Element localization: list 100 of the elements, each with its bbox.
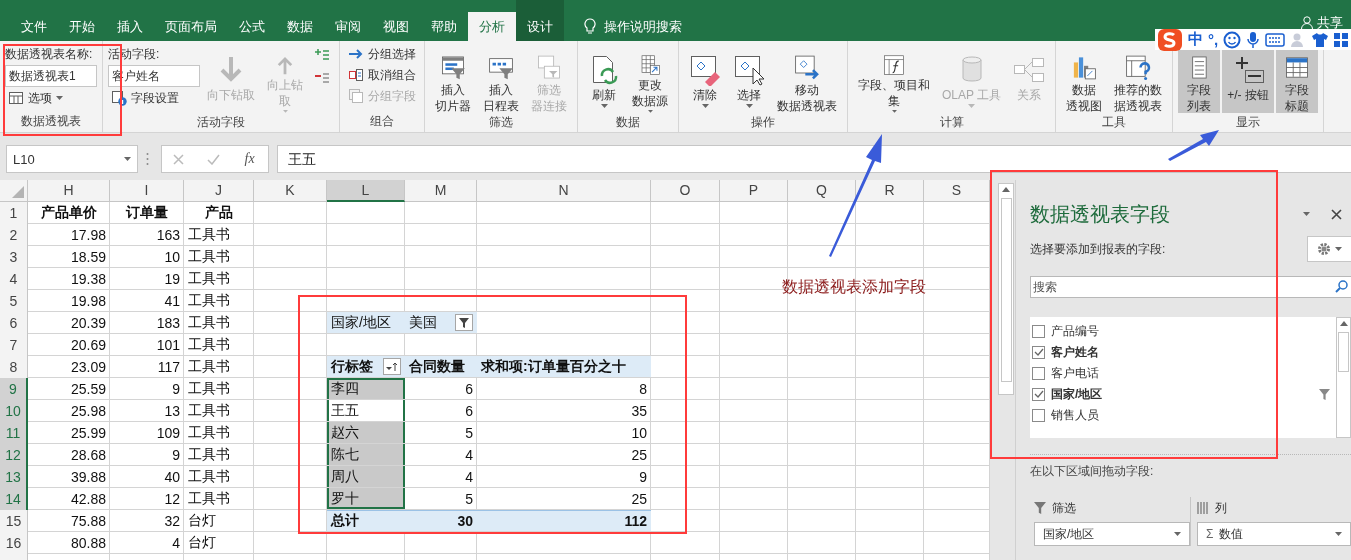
ribbon-tab[interactable]: 文件	[10, 12, 58, 41]
formula-field[interactable]: 王五	[277, 145, 1351, 173]
table-cell: 合同数量	[405, 356, 477, 377]
fields-items-button[interactable]: 字段、项目和 集	[853, 50, 935, 113]
field-label[interactable]: 销售人员	[1051, 407, 1330, 424]
cancel-icon[interactable]	[173, 153, 185, 165]
row-header[interactable]: 6	[0, 312, 28, 335]
row-header[interactable]: 3	[0, 246, 28, 269]
table-cell-text: 9	[171, 379, 181, 399]
row-header[interactable]: 1	[0, 202, 28, 225]
row-header[interactable]: 14	[0, 488, 28, 511]
grid-icon[interactable]	[1334, 32, 1349, 47]
checkbox[interactable]	[1032, 325, 1045, 338]
filter-icon	[459, 317, 469, 328]
checkbox[interactable]	[1032, 367, 1045, 380]
row-header[interactable]: 5	[0, 290, 28, 313]
field-label[interactable]: 国家/地区	[1051, 386, 1313, 403]
scrollbar-thumb[interactable]	[1000, 198, 1012, 382]
smiley-icon[interactable]	[1223, 30, 1242, 49]
scrollbar-thumb[interactable]	[1338, 332, 1349, 372]
column-header[interactable]: I	[110, 180, 184, 202]
ribbon-tab[interactable]: 分析	[468, 12, 516, 41]
clear-button[interactable]: 清除	[684, 50, 726, 113]
filter-button[interactable]	[455, 314, 473, 331]
checkbox[interactable]	[1032, 388, 1045, 401]
column-header[interactable]: O	[651, 180, 720, 202]
keyboard-icon[interactable]	[1265, 32, 1286, 47]
area-field[interactable]: Σ 数值	[1197, 522, 1351, 546]
group-label: 显示	[1234, 114, 1261, 131]
row-header[interactable]: 11	[0, 422, 28, 445]
row-header[interactable]: 2	[0, 224, 28, 247]
row-header[interactable]: 8	[0, 356, 28, 379]
row-header[interactable]: 16	[0, 532, 28, 555]
ribbon-tab[interactable]: 插入	[106, 12, 154, 41]
insert-function-button[interactable]: fx	[242, 151, 257, 167]
sort-filter-button[interactable]	[383, 358, 401, 375]
column-header[interactable]: J	[184, 180, 254, 202]
ribbon-tab[interactable]: 帮助	[420, 12, 468, 41]
shirt-icon[interactable]	[1311, 31, 1330, 48]
ime-logo-icon[interactable]	[1157, 27, 1183, 52]
area-field[interactable]: 国家/地区	[1034, 522, 1190, 546]
column-header[interactable]: P	[720, 180, 788, 202]
column-header[interactable]: K	[254, 180, 327, 202]
field-label[interactable]: 客户姓名	[1051, 344, 1330, 361]
search-field[interactable]: 搜索	[1030, 276, 1351, 298]
column-header[interactable]: M	[405, 180, 477, 202]
pivot-chart-button[interactable]: 数据 透视图	[1061, 50, 1108, 113]
options-button[interactable]: 选项	[5, 88, 97, 108]
ribbon-tab[interactable]: 审阅	[324, 12, 372, 41]
move-pivot-button[interactable]: 移动 数据透视表	[772, 50, 842, 113]
row-header[interactable]: 7	[0, 334, 28, 357]
row-header[interactable]: 15	[0, 510, 28, 533]
column-header[interactable]: R	[856, 180, 924, 202]
microphone-icon[interactable]	[1246, 30, 1261, 49]
row-header[interactable]: 9	[0, 378, 28, 401]
ungroup-button[interactable]: 取消组合	[345, 65, 419, 85]
plus-minus-button[interactable]: +/- 按钮	[1222, 50, 1274, 113]
input-mode[interactable]: 中	[1188, 30, 1203, 49]
field-list-button[interactable]: 字段 列表	[1178, 50, 1221, 113]
select-all-button[interactable]	[0, 180, 28, 202]
ribbon-tab[interactable]: 视图	[372, 12, 420, 41]
insert-timeline-button[interactable]: 插入 日程表	[478, 50, 524, 113]
column-header[interactable]: S	[924, 180, 990, 202]
name-box[interactable]: L10	[6, 145, 138, 173]
ribbon-tab[interactable]: 设计	[516, 0, 564, 41]
field-headers-button[interactable]: 字段 标题	[1275, 50, 1318, 113]
row-header[interactable]: 4	[0, 268, 28, 291]
insert-slicer-button[interactable]: 插入 切片器	[430, 50, 476, 113]
sort-filter-icon	[386, 361, 398, 372]
change-source-button[interactable]: 更改 数据源	[627, 50, 673, 113]
column-header[interactable]: L	[327, 180, 405, 202]
ribbon-tab[interactable]: 页面布局	[154, 12, 228, 41]
scrollbar[interactable]	[998, 183, 1014, 395]
check-icon[interactable]	[206, 153, 220, 165]
table-cell-text: 工具书	[187, 466, 231, 486]
scrollbar[interactable]	[1336, 317, 1351, 438]
ribbon-tab[interactable]: 数据	[276, 12, 324, 41]
row-header[interactable]: 12	[0, 444, 28, 467]
field-settings-button[interactable]: 字段设置	[108, 88, 200, 108]
field-label[interactable]: 产品编号	[1051, 323, 1330, 340]
checkbox[interactable]	[1032, 409, 1045, 422]
select-button[interactable]: 选择	[728, 50, 770, 113]
column-header[interactable]: Q	[788, 180, 856, 202]
column-header[interactable]: H	[28, 180, 110, 202]
row-header[interactable]: 13	[0, 466, 28, 489]
settings-button[interactable]	[1307, 236, 1351, 262]
column-header[interactable]: N	[477, 180, 651, 202]
row-header[interactable]: 10	[0, 400, 28, 423]
caret-icon	[890, 110, 898, 113]
punctuation-mode[interactable]: °,	[1208, 31, 1219, 48]
checkbox[interactable]	[1032, 346, 1045, 359]
group-selection-button[interactable]: 分组选择	[345, 44, 419, 64]
share-button[interactable]: 共享	[1301, 15, 1343, 30]
text-field[interactable]: 数据透视表1	[5, 65, 97, 87]
ribbon-tab[interactable]: 开始	[58, 12, 106, 41]
tell-me-search[interactable]: 操作说明搜索	[604, 17, 682, 36]
field-label[interactable]: 客户电话	[1051, 365, 1330, 382]
ribbon-tab[interactable]: 公式	[228, 12, 276, 41]
recommended-pivot-button[interactable]: 推荐的数 据透视表	[1109, 50, 1168, 113]
refresh-button[interactable]: 刷新	[583, 50, 625, 113]
